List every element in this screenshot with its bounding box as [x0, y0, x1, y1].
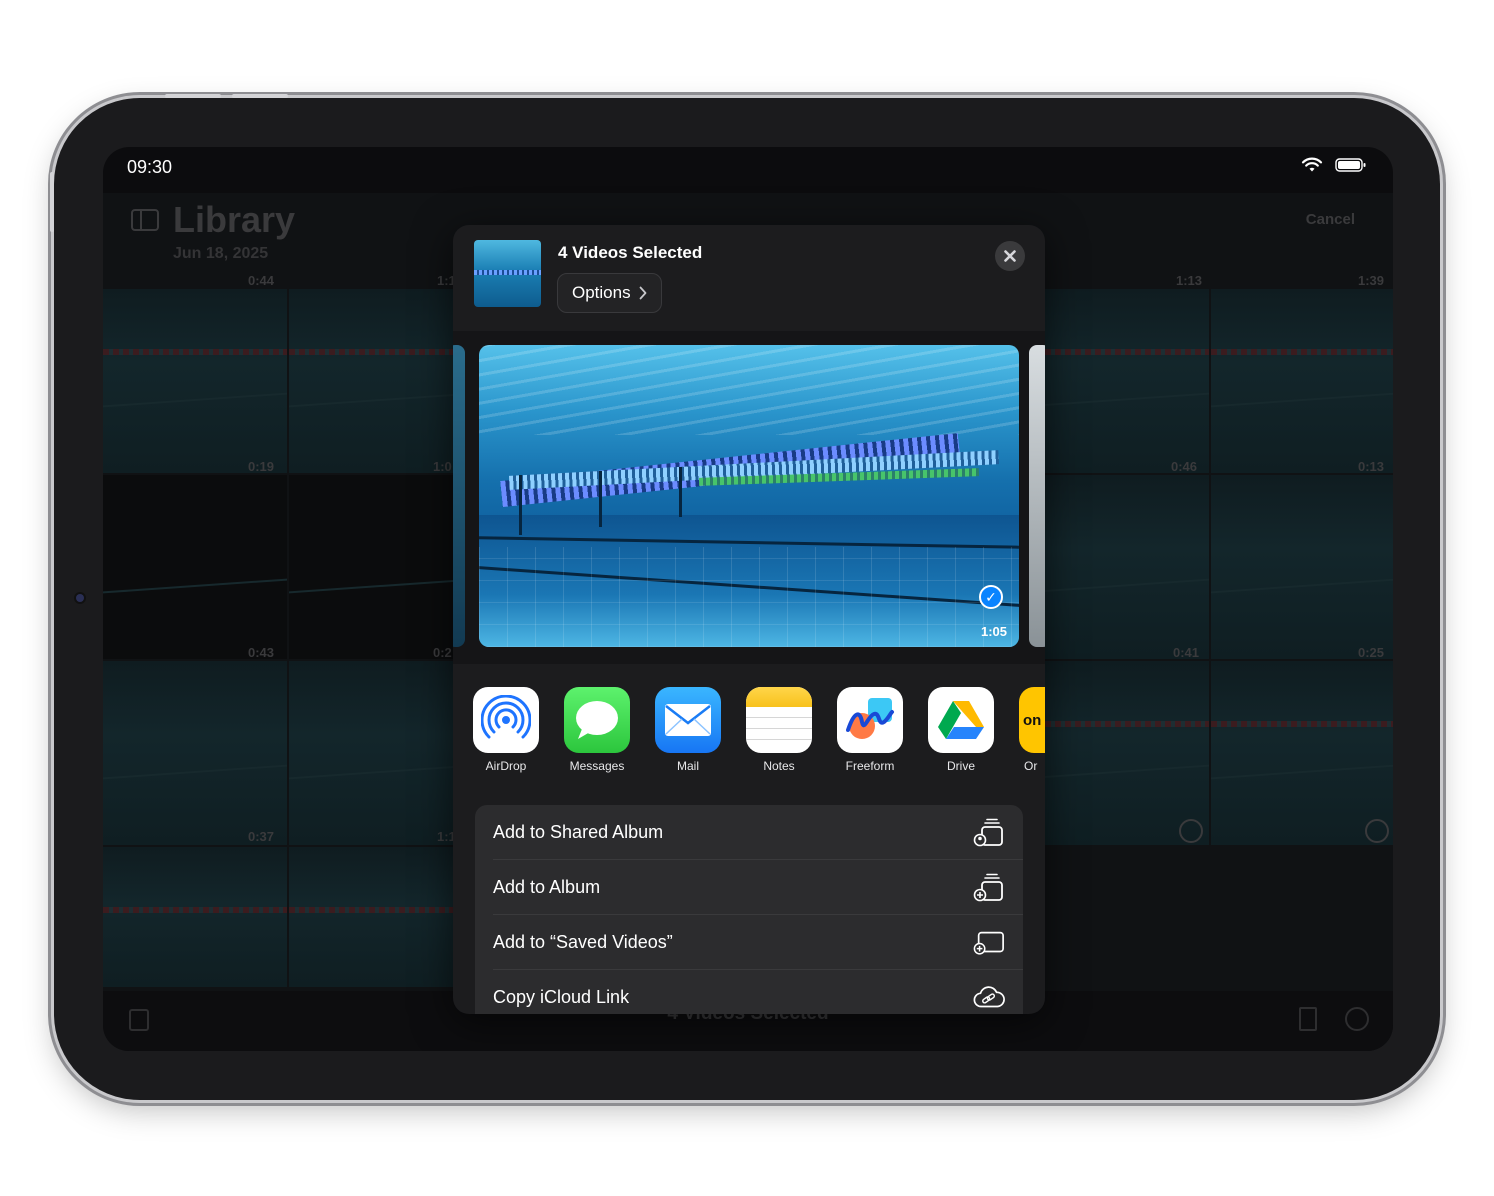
duration-label: 1:13 — [1176, 273, 1203, 288]
trash-icon[interactable] — [1299, 1007, 1317, 1031]
video-thumbnail[interactable] — [1025, 475, 1209, 659]
close-icon — [1004, 250, 1016, 262]
action-label: Add to Shared Album — [493, 822, 664, 842]
selection-thumbnail — [474, 240, 541, 307]
status-time: 09:30 — [127, 157, 173, 177]
previous-preview[interactable] — [453, 345, 465, 647]
video-thumbnail[interactable] — [103, 475, 287, 659]
app-label: Messages — [569, 759, 625, 773]
saved-videos-add-icon — [973, 927, 1005, 959]
options-button[interactable]: Options — [557, 273, 662, 313]
screen: 09:30 Library Jun 18, 2025 Cancel 0:44 1… — [103, 147, 1393, 1051]
app-label: Drive — [946, 759, 975, 773]
video-preview[interactable]: ✓ 1:05 — [479, 345, 1019, 647]
front-camera — [76, 594, 84, 602]
video-thumbnail[interactable] — [289, 475, 473, 659]
video-thumbnail[interactable] — [103, 847, 287, 987]
video-thumbnail[interactable] — [1025, 289, 1209, 473]
duration-label: 0:44 — [248, 273, 275, 288]
share-sheet: 4 Videos Selected Options ✓ 1:05 AirDrop… — [453, 225, 1045, 1014]
selected-check-icon[interactable]: ✓ — [979, 585, 1003, 609]
video-thumbnail[interactable] — [289, 847, 473, 987]
duration-label: 1:39 — [1358, 273, 1385, 288]
action-label: Copy iCloud Link — [493, 987, 630, 1007]
action-label: Add to “Saved Videos” — [493, 932, 673, 952]
airdrop-icon — [473, 687, 539, 753]
share-apps-row: AirDrop Messages Mail Notes Freeform Dri… — [473, 687, 1045, 777]
duration-label: 0:13 — [1358, 459, 1385, 474]
top-button — [50, 172, 54, 232]
preview-carousel[interactable]: ✓ 1:05 — [453, 331, 1045, 664]
icloud-link-icon — [973, 982, 1005, 1014]
video-thumbnail[interactable] — [1211, 661, 1393, 845]
video-thumbnail[interactable] — [289, 661, 473, 845]
app-label: Freeform — [845, 759, 895, 773]
app-messages[interactable]: Messages — [557, 687, 637, 773]
library-title: Library — [173, 199, 296, 240]
duration-label: 0:2 — [433, 645, 452, 660]
action-list: Add to Shared Album Add to Album Add to … — [475, 805, 1023, 1014]
app-label: AirDrop — [485, 759, 527, 773]
video-thumbnail[interactable] — [1211, 289, 1393, 473]
volume-button-up — [165, 94, 221, 98]
app-mail[interactable]: Mail — [648, 687, 728, 773]
cancel-button[interactable]: Cancel — [1306, 211, 1355, 228]
video-thumbnail[interactable] — [289, 289, 473, 473]
copy-icloud-link-action[interactable]: Copy iCloud Link — [475, 970, 1023, 1014]
volume-button-down — [232, 94, 288, 98]
app-label: Mail — [676, 759, 699, 773]
duration-label: 0:25 — [1358, 645, 1385, 660]
next-preview[interactable] — [1029, 345, 1045, 647]
duration-label: 0:43 — [248, 645, 275, 660]
duration-label: 0:46 — [1171, 459, 1198, 474]
add-to-saved-videos-action[interactable]: Add to “Saved Videos” — [475, 915, 1023, 970]
battery-icon — [1335, 158, 1366, 172]
status-icons — [1301, 157, 1367, 173]
video-thumbnail[interactable] — [103, 289, 287, 473]
video-thumbnail[interactable] — [1211, 475, 1393, 659]
app-notes[interactable]: Notes — [739, 687, 819, 773]
shared-album-add-icon — [973, 817, 1005, 849]
chevron-right-icon — [639, 286, 646, 300]
messages-icon — [564, 687, 630, 753]
selection-check-icon[interactable] — [1365, 819, 1389, 843]
mail-icon — [655, 687, 721, 753]
app-drive[interactable]: Drive — [921, 687, 1001, 773]
share-sheet-title: 4 Videos Selected — [558, 243, 703, 262]
duration-label: 1:0 — [433, 459, 452, 474]
close-button[interactable] — [995, 241, 1025, 271]
selection-check-icon[interactable] — [1179, 819, 1203, 843]
duration-label: 0:41 — [1173, 645, 1200, 660]
duration-label: 0:37 — [248, 829, 275, 844]
app-label: Notes — [763, 759, 795, 773]
app-freeform[interactable]: Freeform — [830, 687, 910, 773]
library-date: Jun 18, 2025 — [173, 245, 269, 262]
notes-icon — [746, 687, 812, 753]
album-add-icon — [973, 872, 1005, 904]
duration-label: 0:19 — [248, 459, 275, 474]
freeform-icon — [837, 687, 903, 753]
video-thumbnail[interactable] — [103, 661, 287, 845]
onedrive-partial-icon: on — [1019, 687, 1045, 753]
more-icon[interactable] — [1345, 1007, 1369, 1031]
options-label: Options — [572, 283, 631, 302]
app-airdrop[interactable]: AirDrop — [466, 687, 546, 773]
preview-duration: 1:05 — [980, 624, 1007, 639]
video-thumbnail[interactable] — [1025, 661, 1209, 845]
share-sheet-header: 4 Videos Selected Options — [453, 225, 1045, 331]
action-label: Add to Album — [493, 877, 601, 897]
add-to-album-action[interactable]: Add to Album — [475, 860, 1023, 915]
add-to-shared-album-action[interactable]: Add to Shared Album — [475, 805, 1023, 860]
sidebar-toggle-icon[interactable] — [131, 209, 159, 231]
app-label: Or — [1024, 759, 1038, 773]
wifi-icon — [1301, 157, 1323, 172]
app-partial[interactable]: on Or — [1012, 687, 1045, 773]
drive-icon — [928, 687, 994, 753]
